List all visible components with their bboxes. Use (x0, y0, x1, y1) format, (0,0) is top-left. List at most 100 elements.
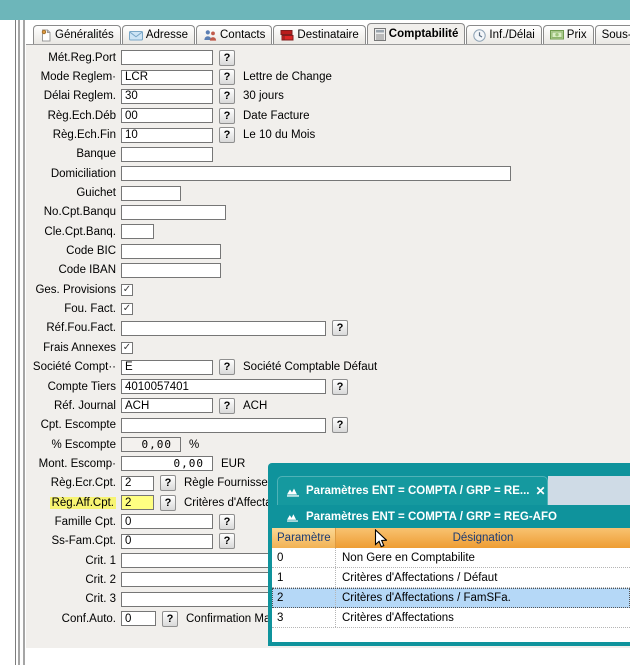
field-label-met-reg-port: Mét.Reg.Port (26, 52, 116, 64)
field-label-crit-1: Crit. 1 (26, 555, 116, 567)
field-label-famille-cpt: Famille Cpt. (26, 516, 116, 528)
field-label-frais-annexes: Frais Annexes (26, 342, 116, 354)
tab-label: Prix (567, 29, 587, 41)
close-icon[interactable]: ✕ (535, 484, 545, 498)
fou-fact-checkbox[interactable]: ✓ (121, 303, 133, 315)
cle-cpt-banq-field[interactable] (121, 224, 154, 239)
cell-designation: Critères d'Affectations / FamSFa. (336, 588, 630, 607)
field-label-domiciliation: Domiciliation (26, 168, 116, 180)
ss-fam-cpt-help-button[interactable]: ? (219, 533, 235, 549)
cell-parametre: 2 (272, 588, 336, 607)
domiciliation-field[interactable] (121, 166, 511, 181)
table-row-param-2[interactable]: 2Critères d'Affectations / FamSFa. (272, 588, 630, 608)
reg-ech-fin-help-button[interactable]: ? (219, 127, 235, 143)
reg-ecr-cpt-help-button[interactable]: ? (160, 475, 176, 491)
field-label-guichet: Guichet (26, 187, 116, 199)
form-row-mode-reglem: Mode Reglem·? Lettre de Change (26, 67, 630, 86)
ss-fam-cpt-field[interactable] (121, 534, 213, 549)
met-reg-port-field[interactable] (121, 50, 213, 65)
field-label-code-iban: Code IBAN (26, 264, 116, 276)
field-label-mode-reglem: Mode Reglem· (26, 71, 116, 83)
form-row-delai-reglem: Délai Reglem.? 30 jours (26, 87, 630, 106)
famille-cpt-field[interactable] (121, 514, 213, 529)
table-row-param-0[interactable]: 0Non Gere en Comptabilite (272, 548, 630, 568)
mont-escomp-description: EUR (221, 458, 245, 470)
met-reg-port-help-button[interactable]: ? (219, 50, 235, 66)
conf-auto-field[interactable] (121, 611, 156, 626)
reg-aff-cpt-help-button[interactable]: ? (160, 495, 176, 511)
form-row-domiciliation: Domiciliation (26, 164, 630, 183)
ges-provisions-checkbox[interactable]: ✓ (121, 284, 133, 296)
societe-compt-help-button[interactable]: ? (219, 359, 235, 375)
field-label-cle-cpt-banq: Cle.Cpt.Banq. (26, 226, 116, 238)
tab-adresse[interactable]: Adresse (122, 25, 195, 44)
tab-label: Comptabilité (389, 28, 459, 40)
compte-tiers-field[interactable] (121, 379, 326, 394)
form-row-reg-ech-fin: Règ.Ech.Fin?Le 10 du Mois (26, 125, 630, 144)
no-cpt-banqu-field[interactable] (121, 205, 226, 220)
table-row-param-3[interactable]: 3Critères d'Affectations (272, 608, 630, 628)
compte-tiers-help-button[interactable]: ? (332, 379, 348, 395)
ref-journal-help-button[interactable]: ? (219, 398, 235, 414)
form-row-cpt-escompte: Cpt. Escompte? (26, 416, 630, 435)
escompte-field[interactable] (121, 437, 181, 452)
tab-sous-traitance[interactable]: Sous-Traitance (595, 25, 630, 44)
cell-parametre: 1 (272, 568, 336, 587)
delai-reglem-help-button[interactable]: ? (219, 88, 235, 104)
cell-designation: Critères d'Affectations / Défaut (336, 568, 630, 587)
reg-aff-cpt-field[interactable] (121, 495, 154, 510)
ref-journal-field[interactable] (121, 398, 213, 413)
vertical-splitter-handle[interactable] (17, 20, 26, 665)
field-label-cpt-escompte: Cpt. Escompte (26, 419, 116, 431)
popup-tab-title: Paramètres ENT = COMPTA / GRP = RE... (306, 485, 529, 497)
form-row-fou-fact: Fou. Fact. ✓ (26, 299, 630, 318)
ref-fou-fact-help-button[interactable]: ? (332, 320, 348, 336)
ref-fou-fact-field[interactable] (121, 321, 326, 336)
form-row-ges-provisions: Ges. Provisions✓ (26, 280, 630, 299)
reg-ecr-cpt-field[interactable] (121, 476, 154, 491)
guichet-field[interactable] (121, 186, 181, 201)
cpt-escompte-help-button[interactable]: ? (332, 417, 348, 433)
field-label-delai-reglem: Délai Reglem. (26, 90, 116, 102)
tab-label: Sous-Traitance (602, 29, 630, 41)
field-label-mont-escomp: Mont. Escomp· (26, 458, 116, 470)
mode-reglem-description: Lettre de Change (243, 71, 332, 83)
parameters-table: Paramètre Désignation 0Non Gere en Compt… (272, 528, 630, 642)
reg-ech-fin-field[interactable] (121, 128, 213, 143)
field-label-fou-fact: Fou. Fact. (26, 303, 116, 315)
field-label-ref-fou-fact: Réf.Fou.Fact. (26, 322, 116, 334)
field-label-ref-journal: Réf. Journal (26, 400, 116, 412)
frais-annexes-checkbox[interactable]: ✓ (121, 342, 133, 354)
escompte-description: % (189, 439, 199, 451)
column-header-parametre[interactable]: Paramètre (272, 528, 336, 548)
code-iban-field[interactable] (121, 263, 221, 278)
delai-reglem-description: 30 jours (243, 90, 284, 102)
tab-strip: GénéralitésAdresseContactsDestinataire Co… (33, 23, 630, 44)
tab-generalites[interactable]: Généralités (33, 25, 121, 44)
field-label-reg-ecr-cpt: Règ.Ecr.Cpt. (26, 477, 116, 489)
code-bic-field[interactable] (121, 244, 221, 259)
popup-window-tab[interactable]: Paramètres ENT = COMPTA / GRP = RE... ✕ (277, 476, 548, 505)
table-header-row: Paramètre Désignation (272, 528, 630, 548)
mont-escomp-field[interactable] (121, 456, 213, 471)
societe-compt-field[interactable] (121, 360, 213, 375)
societe-compt-description: Société Comptable Défaut (243, 361, 377, 373)
tab-comptabilite[interactable]: Comptabilité (367, 23, 466, 44)
tab-contacts[interactable]: Contacts (196, 25, 272, 44)
cpt-escompte-field[interactable] (121, 418, 326, 433)
tab-inf-delai[interactable]: Inf./Délai (466, 25, 541, 44)
mode-reglem-field[interactable] (121, 70, 213, 85)
mode-reglem-help-button[interactable]: ? (219, 69, 235, 85)
tab-destinataire[interactable]: Destinataire (273, 25, 365, 44)
conf-auto-help-button[interactable]: ? (162, 611, 178, 627)
field-label-societe-compt: Société Compt·· (26, 361, 116, 373)
reg-ech-deb-field[interactable] (121, 108, 213, 123)
reg-ech-deb-help-button[interactable]: ? (219, 108, 235, 124)
tab-label: Inf./Délai (489, 29, 534, 41)
parameters-icon (286, 486, 300, 497)
table-row-param-1[interactable]: 1Critères d'Affectations / Défaut (272, 568, 630, 588)
delai-reglem-field[interactable] (121, 89, 213, 104)
tab-prix[interactable]: Prix (543, 25, 594, 44)
banque-field[interactable] (121, 147, 213, 162)
famille-cpt-help-button[interactable]: ? (219, 514, 235, 530)
